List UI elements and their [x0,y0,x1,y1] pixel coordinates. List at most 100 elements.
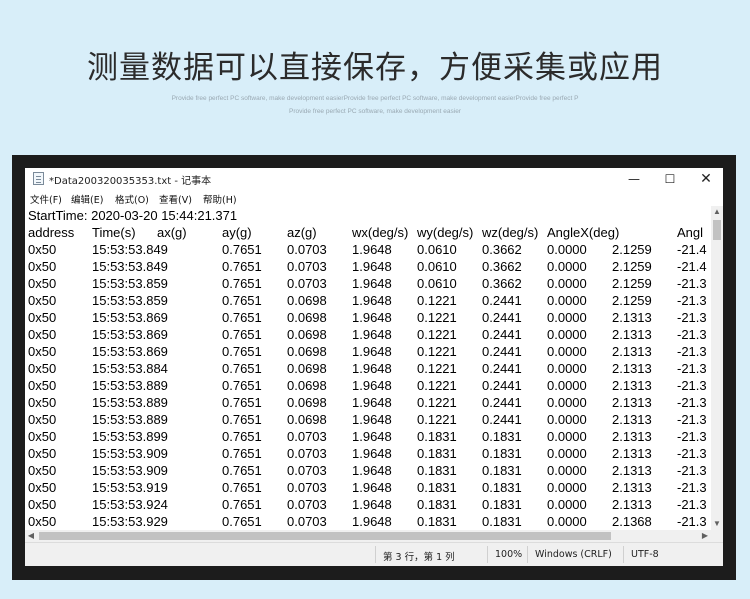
data-cell: 0.2441 [482,361,522,376]
data-cell: 0.1221 [417,293,457,308]
data-cell: 0.7651 [222,310,262,325]
data-cell: 0.1831 [482,497,522,512]
column-header: az(g) [287,225,317,240]
data-cell: 2.1313 [612,344,652,359]
menu-edit[interactable]: 编辑(E) [71,192,103,206]
close-button[interactable]: ✕ [689,168,723,190]
banner-subtitle-2: Provide free perfect PC software, make d… [289,108,461,115]
data-cell: 15:53:53.869 [92,344,168,359]
data-cell: 1.9648 [352,446,392,461]
data-cell: 0.0000 [547,429,587,444]
data-cell: 1.9648 [352,293,392,308]
menu-file[interactable]: 文件(F) [30,192,62,206]
scroll-down-icon[interactable]: ▼ [711,518,723,530]
data-cell: 0.7651 [222,276,262,291]
data-cell: 0.1221 [417,378,457,393]
data-cell: 0x50 [28,293,57,308]
data-cell: 2.1313 [612,378,652,393]
data-cell: 0.7651 [222,344,262,359]
data-cell: 0.1831 [417,514,457,529]
scroll-corner [711,530,723,542]
text-editor[interactable]: StartTime: 2020-03-20 15:44:21.371 addre… [25,206,711,530]
scroll-right-icon[interactable]: ▶ [699,530,711,542]
data-cell: 0.0703 [287,242,327,257]
data-cell: 15:53:53.859 [92,293,168,308]
data-cell: 0.0000 [547,259,587,274]
data-cell: -21.3 [677,276,707,291]
data-cell: 15:53:53.909 [92,446,168,461]
menu-bar: 文件(F) 编辑(E) 格式(O) 查看(V) 帮助(H) [25,191,723,206]
menu-help[interactable]: 帮助(H) [203,192,237,206]
data-cell: 0.0698 [287,310,327,325]
data-cell: 0x50 [28,395,57,410]
column-header: ax(g) [157,225,187,240]
data-cell: 1.9648 [352,361,392,376]
data-cell: -21.3 [677,344,707,359]
data-cell: -21.4 [677,242,707,257]
data-cell: 0.1831 [417,463,457,478]
vertical-scrollbar[interactable]: ▲ ▼ [711,206,723,530]
data-cell: 0.7651 [222,242,262,257]
data-cell: 0.2441 [482,412,522,427]
data-cell: 0x50 [28,463,57,478]
data-cell: -21.3 [677,480,707,495]
data-cell: 15:53:53.889 [92,412,168,427]
data-cell: 2.1313 [612,361,652,376]
data-cell: 0.0610 [417,276,457,291]
data-cell: 1.9648 [352,463,392,478]
data-cell: 0.0000 [547,497,587,512]
scroll-up-icon[interactable]: ▲ [711,206,723,218]
data-cell: 0x50 [28,446,57,461]
maximize-button[interactable]: ☐ [653,168,687,190]
notepad-icon [33,172,44,185]
vertical-scroll-thumb[interactable] [713,220,721,240]
data-cell: 0.7651 [222,429,262,444]
data-cell: 1.9648 [352,344,392,359]
data-cell: 2.1313 [612,480,652,495]
data-cell: -21.3 [677,327,707,342]
data-cell: -21.3 [677,378,707,393]
data-cell: 0.1831 [482,514,522,529]
data-cell: 15:53:53.919 [92,480,168,495]
data-cell: 0.0703 [287,497,327,512]
data-cell: 15:53:53.869 [92,327,168,342]
data-cell: 1.9648 [352,242,392,257]
data-cell: 0.0698 [287,412,327,427]
minimize-button[interactable]: — [617,168,651,190]
title-bar[interactable]: *Data200320035353.txt - 记事本 — ☐ ✕ [25,168,723,190]
data-cell: 0.7651 [222,293,262,308]
data-cell: 2.1313 [612,310,652,325]
data-cell: 1.9648 [352,429,392,444]
horizontal-scrollbar[interactable]: ◀ ▶ [25,530,711,542]
data-cell: 1.9648 [352,259,392,274]
data-cell: 0x50 [28,361,57,376]
horizontal-scroll-thumb[interactable] [39,532,611,540]
data-cell: 0.7651 [222,361,262,376]
data-cell: 0.0000 [547,293,587,308]
data-cell: 0.1831 [417,497,457,512]
data-cell: 0.1831 [417,446,457,461]
data-cell: 1.9648 [352,310,392,325]
scroll-left-icon[interactable]: ◀ [25,530,37,542]
data-cell: 15:53:53.924 [92,497,168,512]
menu-format[interactable]: 格式(O) [115,192,149,206]
data-cell: 15:53:53.899 [92,429,168,444]
data-cell: 0.0698 [287,344,327,359]
data-cell: 15:53:53.909 [92,463,168,478]
data-cell: 2.1313 [612,395,652,410]
data-cell: 0.7651 [222,259,262,274]
data-cell: 0.2441 [482,310,522,325]
data-cell: 0.1221 [417,412,457,427]
data-cell: 2.1313 [612,327,652,342]
data-cell: 0.0703 [287,514,327,529]
data-cell: 1.9648 [352,276,392,291]
data-cell: 1.9648 [352,378,392,393]
data-cell: 0.0698 [287,378,327,393]
data-cell: 15:53:53.884 [92,361,168,376]
data-cell: 0.0000 [547,412,587,427]
menu-view[interactable]: 查看(V) [159,192,192,206]
data-cell: 0.2441 [482,293,522,308]
data-cell: 0.0000 [547,276,587,291]
data-cell: -21.3 [677,310,707,325]
data-cell: 1.9648 [352,497,392,512]
